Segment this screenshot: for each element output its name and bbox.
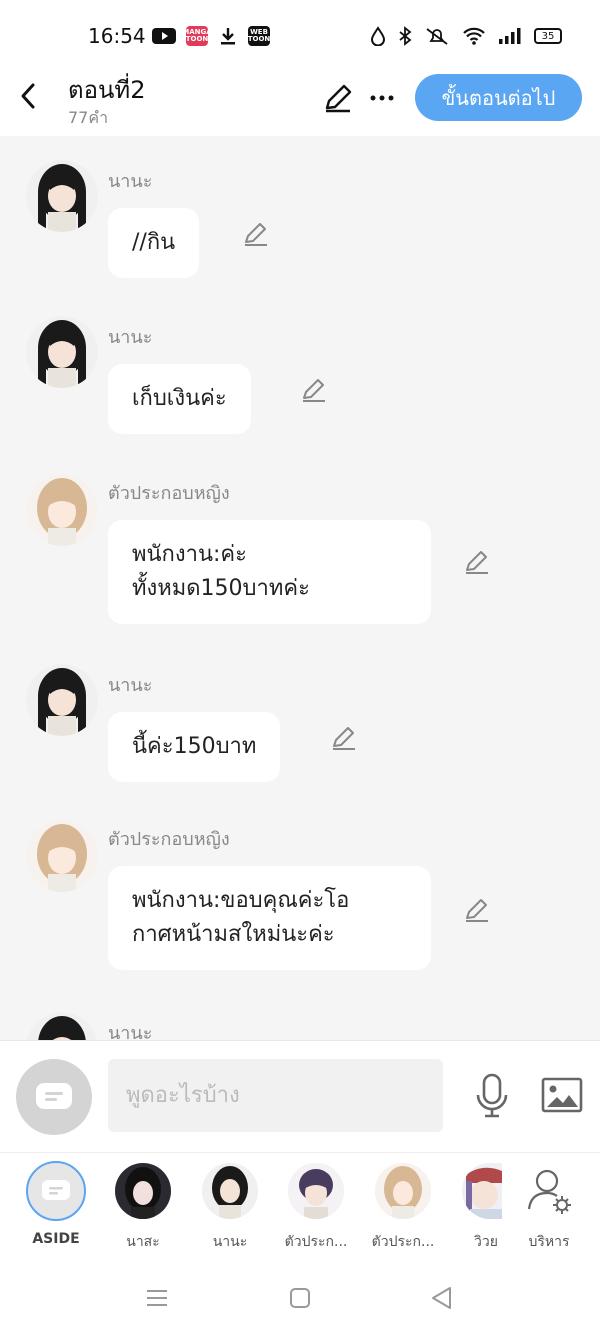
back-button[interactable] <box>12 78 44 114</box>
edit-message-button[interactable] <box>463 896 491 924</box>
edit-message-button[interactable] <box>463 548 491 576</box>
nana-avatar[interactable] <box>26 316 98 388</box>
more-options-button[interactable] <box>366 82 398 114</box>
character-avatar <box>462 1163 502 1219</box>
system-back-button[interactable] <box>428 1284 456 1312</box>
voice-button[interactable] <box>474 1073 510 1119</box>
extra-female-avatar[interactable] <box>26 820 98 892</box>
aside-avatar <box>26 1161 86 1221</box>
notification-icons: MANGA TOON WEB TOON <box>152 26 270 46</box>
episode-title: ตอนที่2 <box>68 76 146 104</box>
mangatoon-icon: MANGA TOON <box>182 26 212 46</box>
edit-message-button[interactable] <box>242 220 270 248</box>
insert-image-button[interactable] <box>541 1075 583 1115</box>
home-icon <box>290 1288 310 1308</box>
system-navigation-bar <box>0 1262 600 1333</box>
character-extra-male[interactable]: ตัวประก... <box>276 1163 356 1253</box>
nana-avatar[interactable] <box>26 160 98 232</box>
data-saver-icon <box>370 26 386 46</box>
back-arrow-icon <box>21 83 35 109</box>
recent-apps-button[interactable] <box>143 1284 171 1312</box>
aside-icon <box>36 1083 72 1109</box>
edit-title-button[interactable] <box>322 82 354 114</box>
message-bubble[interactable]: พนักงาน:ขอบคุณค่ะโอ กาศหน้ามสใหม่นะค่ะ <box>108 866 431 970</box>
message-bubble[interactable]: เก็บเงินค่ะ <box>108 364 251 434</box>
character-aside[interactable]: ASIDE <box>16 1161 96 1247</box>
microphone-icon <box>476 1073 508 1118</box>
youtube-icon <box>152 28 176 44</box>
manage-characters-button[interactable]: บริหาร <box>509 1163 589 1253</box>
more-icon <box>370 95 394 101</box>
extra-female-avatar[interactable] <box>26 474 98 546</box>
character-bar: ASIDE นาสะ นานะ ตัวประก... ตัวประก... วิ… <box>0 1152 600 1262</box>
speaker-name: นานะ <box>108 1023 153 1040</box>
character-label: บริหาร <box>528 1234 570 1250</box>
edit-message-button[interactable] <box>300 376 328 404</box>
character-avatar <box>115 1163 171 1219</box>
speaker-name: นานะ <box>108 171 153 192</box>
wifi-icon <box>463 27 485 45</box>
menu-icon <box>147 1290 167 1306</box>
speaker-name: นานะ <box>108 675 153 696</box>
nana-avatar[interactable] <box>26 1012 98 1040</box>
message-bubble[interactable]: //กิน <box>108 208 200 278</box>
system-icons: 35 <box>370 26 562 46</box>
aside-icon <box>42 1180 70 1200</box>
pencil-icon <box>325 84 352 113</box>
home-button[interactable] <box>286 1284 314 1312</box>
speaker-name: ตัวประกอบหญิง <box>108 829 230 850</box>
message-input[interactable] <box>108 1059 443 1132</box>
download-icon <box>221 28 235 45</box>
composer-bar <box>0 1040 600 1152</box>
status-time: 16:54 <box>88 24 146 48</box>
pencil-icon <box>466 551 488 574</box>
message-bubble[interactable]: พนักงาน:ค่ะ ทั้งหมด150บาทค่ะ <box>108 520 431 624</box>
aside-toggle-button[interactable] <box>16 1059 92 1135</box>
pencil-icon <box>245 223 267 246</box>
webtoon-icon: WEB TOON <box>248 26 270 46</box>
character-avatar <box>375 1163 431 1219</box>
speaker-name: ตัวประกอบหญิง <box>108 483 230 504</box>
speaker-name: นานะ <box>108 327 153 348</box>
image-icon <box>541 1077 583 1113</box>
character-extra-female[interactable]: ตัวประก... <box>363 1163 443 1253</box>
manage-icon-wrap <box>521 1163 577 1219</box>
word-count: 77คำ <box>68 108 109 127</box>
pencil-icon <box>303 379 325 402</box>
character-label: ตัวประก... <box>284 1234 348 1250</box>
next-step-button[interactable]: ขั้นตอนต่อไป <box>415 74 582 121</box>
pencil-icon <box>333 727 355 750</box>
character-label: นานะ <box>212 1234 248 1250</box>
edit-message-button[interactable] <box>330 724 358 752</box>
chat-area[interactable]: นานะ //กิน นานะ เก็บเงินค่ะ ตัวประกอบหญิ… <box>0 136 600 1040</box>
character-nasa[interactable]: นาสะ <box>103 1163 183 1253</box>
message-bubble[interactable]: นี้ค่ะ150บาท <box>108 712 281 782</box>
character-label: ตัวประก... <box>371 1234 435 1250</box>
character-avatar <box>288 1163 344 1219</box>
pencil-icon <box>466 899 488 922</box>
signal-icon <box>499 28 521 44</box>
header: ตอนที่2 77คำ ขั้นตอนต่อไป <box>0 60 600 136</box>
mute-icon <box>426 28 448 45</box>
bluetooth-icon <box>399 26 412 46</box>
character-label: ASIDE <box>32 1231 80 1247</box>
nana-avatar[interactable] <box>26 664 98 736</box>
triangle-back-icon <box>432 1287 451 1309</box>
character-avatar <box>202 1163 258 1219</box>
character-label: นาสะ <box>126 1234 160 1250</box>
character-nana[interactable]: นานะ <box>190 1163 270 1253</box>
manage-characters-icon <box>527 1169 571 1214</box>
battery-indicator: 35 <box>534 28 562 44</box>
